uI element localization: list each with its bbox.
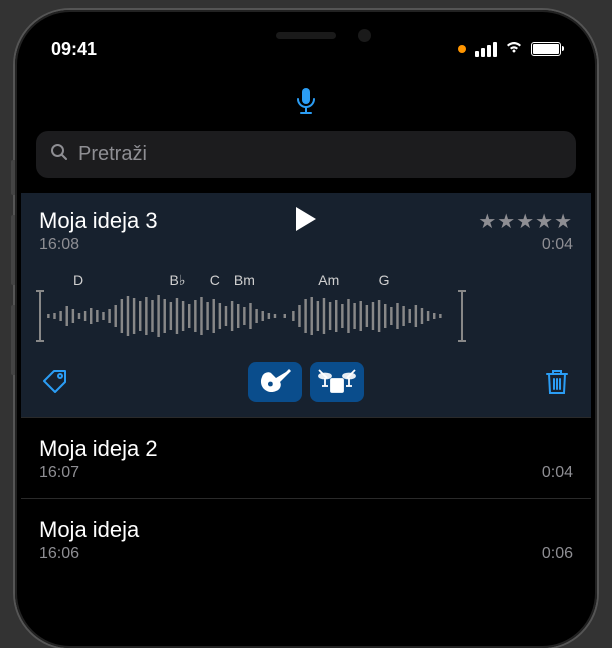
side-buttons	[11, 160, 15, 395]
recording-indicator-dot	[458, 45, 466, 53]
chord-label: G	[379, 272, 390, 288]
search-input[interactable]	[78, 143, 562, 166]
rating-stars[interactable]: ★★★★★	[478, 209, 573, 234]
recording-duration: 0:06	[542, 545, 573, 563]
chord-label: Bm	[234, 272, 255, 288]
guitar-accompaniment-button[interactable]	[248, 362, 302, 402]
drums-accompaniment-button[interactable]	[310, 362, 364, 402]
waveform-start-marker[interactable]	[39, 290, 41, 342]
chord-label: Am	[318, 272, 339, 288]
phone-frame: 09:41	[15, 10, 597, 648]
recording-item[interactable]: Moja ideja 2 16:07 0:04	[21, 417, 591, 498]
recording-item[interactable]: Moja ideja 16:06 0:06	[21, 498, 591, 579]
recording-item-expanded[interactable]: Moja ideja 3 ★★★★★ 16:08 0:04 D B♭ C Bm …	[21, 193, 591, 417]
battery-icon	[531, 42, 561, 56]
recording-title: Moja ideja	[39, 517, 573, 543]
notch	[191, 16, 421, 54]
search-bar[interactable]	[36, 131, 576, 178]
chord-label: B♭	[170, 272, 186, 289]
waveform[interactable]	[41, 291, 531, 341]
tag-button[interactable]	[39, 366, 71, 398]
recording-time: 16:08	[39, 236, 79, 254]
search-icon	[50, 143, 68, 166]
recording-time: 16:06	[39, 545, 79, 563]
waveform-area[interactable]: D B♭ C Bm Am G	[39, 272, 573, 344]
play-button[interactable]	[294, 205, 318, 238]
recording-title: Moja ideja 2	[39, 436, 573, 462]
status-time: 09:41	[51, 39, 97, 60]
chord-label: D	[73, 272, 83, 288]
recording-time: 16:07	[39, 464, 79, 482]
recording-title: Moja ideja 3	[39, 208, 158, 234]
recording-duration: 0:04	[542, 464, 573, 482]
record-button[interactable]	[21, 66, 591, 131]
cellular-signal-icon	[475, 42, 497, 57]
waveform-end-marker[interactable]	[461, 290, 463, 342]
delete-button[interactable]	[541, 366, 573, 398]
wifi-icon	[504, 39, 524, 59]
recording-duration: 0:04	[542, 236, 573, 254]
chord-label: C	[210, 272, 220, 288]
